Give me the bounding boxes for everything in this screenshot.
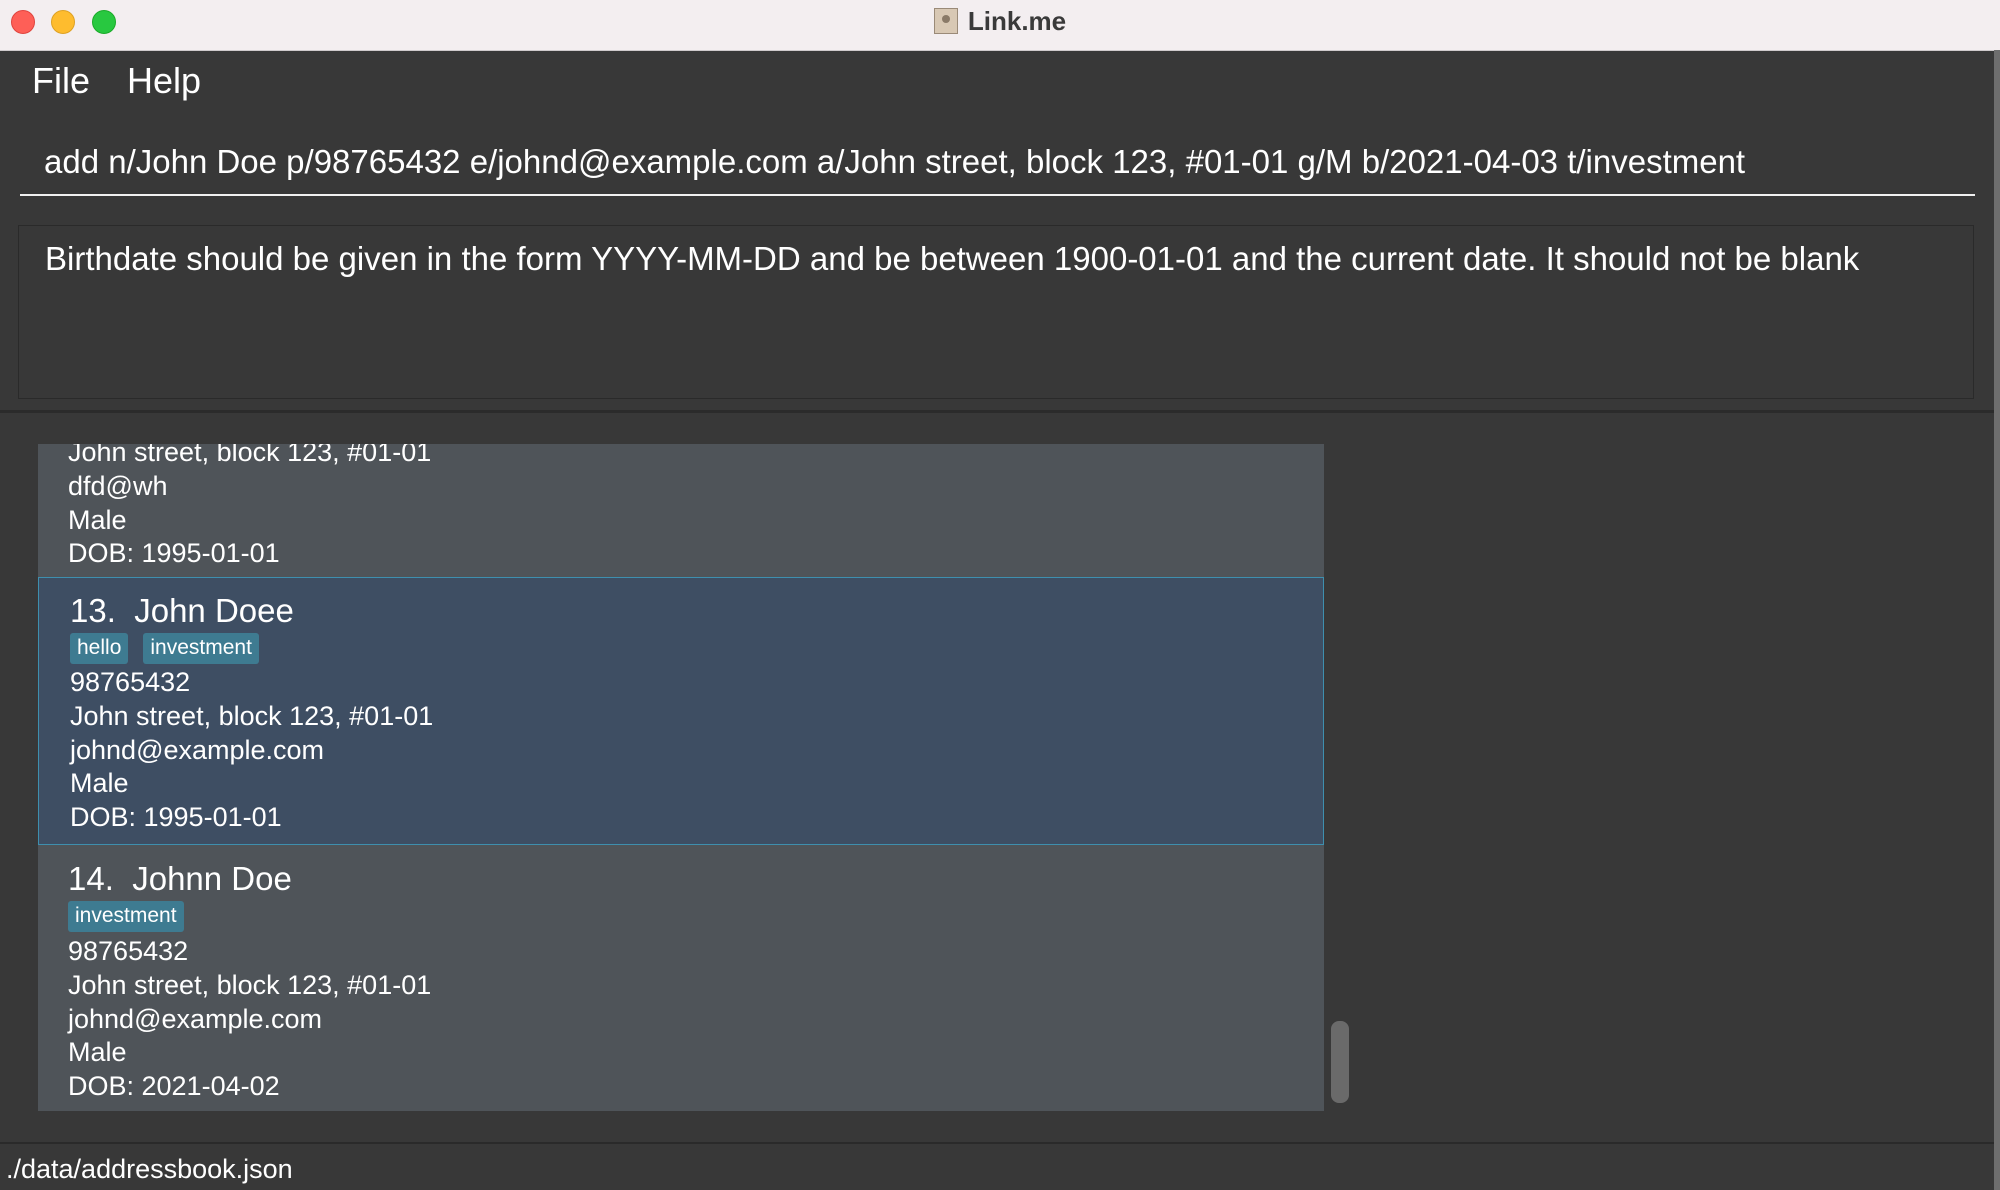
menu-bar: File Help — [0, 51, 1994, 117]
command-input[interactable]: add n/John Doe p/98765432 e/johnd@exampl… — [20, 123, 1975, 196]
person-address: John street, block 123, #01-01 — [68, 970, 432, 1000]
window-title: Link.me — [0, 6, 2000, 37]
tag: investment — [143, 633, 259, 664]
person-phone: 98765432 — [70, 667, 191, 697]
result-message: Birthdate should be given in the form YY… — [45, 240, 1860, 277]
person-tags: investment — [68, 901, 184, 932]
person-name-heading: 14. Johnn Doe — [68, 860, 292, 898]
list-scrollbar-thumb[interactable] — [1331, 1021, 1349, 1103]
person-name: John Doee — [134, 592, 294, 629]
person-dob: DOB: 2021-04-02 — [68, 1071, 280, 1101]
person-dob: DOB: 1995-01-01 — [68, 538, 280, 568]
menu-file[interactable]: File — [32, 60, 90, 102]
person-index: 13. — [70, 592, 116, 629]
person-name: Johnn Doe — [132, 860, 292, 897]
person-index: 14. — [68, 860, 114, 897]
person-list[interactable]: John street, block 123, #01-01 dfd@wh Ma… — [38, 444, 1324, 1111]
menu-help[interactable]: Help — [127, 60, 201, 102]
person-email: johnd@example.com — [68, 1004, 323, 1034]
person-card-selected[interactable]: 13. John Doee hello investment 98765432 … — [38, 577, 1324, 845]
window-title-text: Link.me — [967, 6, 1067, 36]
tag: investment — [68, 901, 184, 932]
person-address: John street, block 123, #01-01 — [70, 701, 434, 731]
save-location: ./data/addressbook.json — [6, 1154, 293, 1184]
person-tags: hello investment — [70, 633, 259, 664]
person-gender: Male — [70, 768, 129, 798]
app-icon — [933, 8, 958, 34]
title-bar: Link.me — [0, 0, 2000, 51]
person-gender: Male — [68, 505, 127, 535]
command-input-value[interactable]: add n/John Doe p/98765432 e/johnd@exampl… — [44, 143, 1745, 181]
person-name-heading: 13. John Doee — [70, 592, 294, 630]
person-card[interactable]: John street, block 123, #01-01 dfd@wh Ma… — [38, 444, 1324, 578]
section-divider — [0, 410, 1994, 413]
person-card[interactable]: 14. Johnn Doe investment 98765432 John s… — [38, 845, 1324, 1111]
result-display: Birthdate should be given in the form YY… — [18, 225, 1974, 399]
window-edge — [1994, 50, 2000, 1190]
person-email: dfd@wh — [68, 471, 168, 501]
person-address: John street, block 123, #01-01 — [68, 444, 432, 467]
person-phone: 98765432 — [68, 936, 189, 966]
person-dob: DOB: 1995-01-01 — [70, 802, 282, 832]
status-bar: ./data/addressbook.json — [0, 1142, 1994, 1190]
person-email: johnd@example.com — [70, 735, 325, 765]
tag: hello — [70, 633, 129, 664]
person-gender: Male — [68, 1037, 127, 1067]
